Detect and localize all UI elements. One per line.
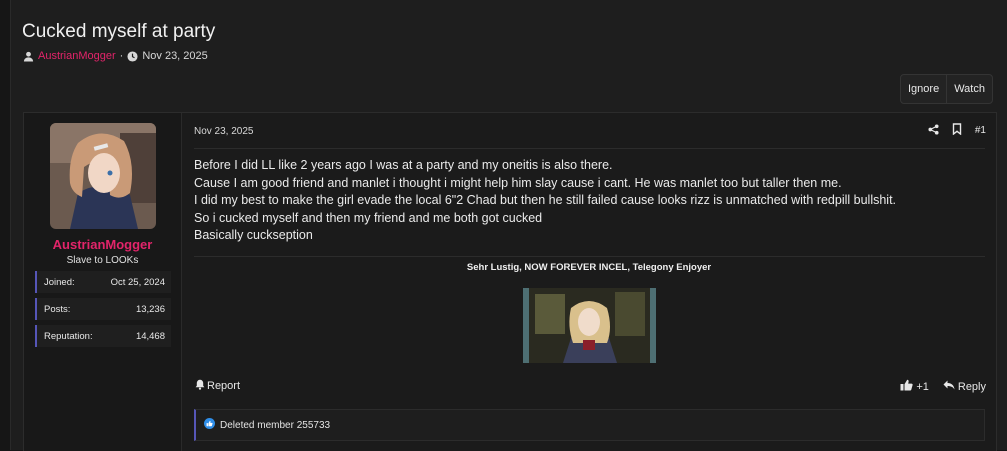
post-line: Cause I am good friend and manlet i thou… (194, 175, 842, 190)
stat-value: 13,236 (135, 304, 165, 315)
thumbs-up-icon (900, 379, 913, 394)
thread-actions: Ignore Watch (900, 74, 993, 104)
stat-value: Oct 25, 2024 (110, 277, 165, 288)
bell-icon (195, 379, 205, 393)
reply-icon (943, 380, 955, 393)
post-user-panel: AustrianMogger Slave to LOOKs Joined: Oc… (24, 113, 182, 451)
reply-label: Reply (957, 380, 986, 393)
post-body: Before I did LL like 2 years ago I was a… (194, 157, 984, 245)
ignore-button[interactable]: Ignore (901, 75, 946, 103)
signature-divider (194, 256, 985, 257)
report-link[interactable]: Report (195, 379, 240, 393)
signature-image (523, 288, 656, 363)
stat-value: 14,468 (135, 331, 165, 342)
stat-joined: Joined: Oct 25, 2024 (35, 271, 171, 293)
report-label: Report (207, 380, 241, 392)
post-date[interactable]: Nov 23, 2025 (194, 126, 254, 137)
reactions-bar[interactable]: Deleted member 255733 (194, 409, 985, 441)
bookmark-icon[interactable] (952, 123, 962, 138)
meta-separator: · (119, 50, 124, 62)
post-tools: #1 (928, 123, 986, 138)
share-icon[interactable] (928, 123, 939, 138)
post-actions: +1 Reply (900, 379, 986, 394)
thread-meta: AustrianMogger · Nov 23, 2025 (23, 50, 208, 62)
reply-button[interactable]: Reply (943, 380, 986, 393)
post-line: I did my best to make the girl evade the… (194, 193, 897, 207)
like-count: +1 (916, 380, 929, 393)
post-number[interactable]: #1 (975, 125, 986, 136)
stat-label: Joined: (44, 277, 75, 288)
thread-author-link[interactable]: AustrianMogger (38, 50, 116, 62)
thread-date[interactable]: Nov 23, 2025 (142, 50, 207, 62)
like-reaction-icon (204, 418, 215, 432)
user-title: Slave to LOOKs (66, 255, 139, 266)
post-line: Basically cuckseption (194, 228, 313, 242)
like-button[interactable]: +1 (900, 379, 929, 394)
signature-text: Sehr Lustig, NOW FOREVER INCEL, Telegony… (466, 262, 712, 273)
reaction-users[interactable]: Deleted member 255733 (220, 420, 330, 431)
clock-icon (127, 50, 138, 62)
stat-label: Reputation: (44, 331, 93, 342)
avatar[interactable] (50, 123, 156, 229)
stat-label: Posts: (44, 304, 71, 315)
post: AustrianMogger Slave to LOOKs Joined: Oc… (23, 112, 997, 451)
user-icon (23, 51, 34, 62)
watch-button[interactable]: Watch (946, 75, 992, 103)
post-line: So i cucked myself and then my friend an… (194, 210, 543, 225)
divider (194, 148, 985, 149)
stat-posts: Posts: 13,236 (35, 298, 171, 320)
post-line: Before I did LL like 2 years ago I was a… (194, 158, 613, 172)
stat-reputation: Reputation: 14,468 (35, 325, 171, 347)
post-username[interactable]: AustrianMogger (24, 237, 181, 252)
thread-title: Cucked myself at party (22, 21, 216, 42)
